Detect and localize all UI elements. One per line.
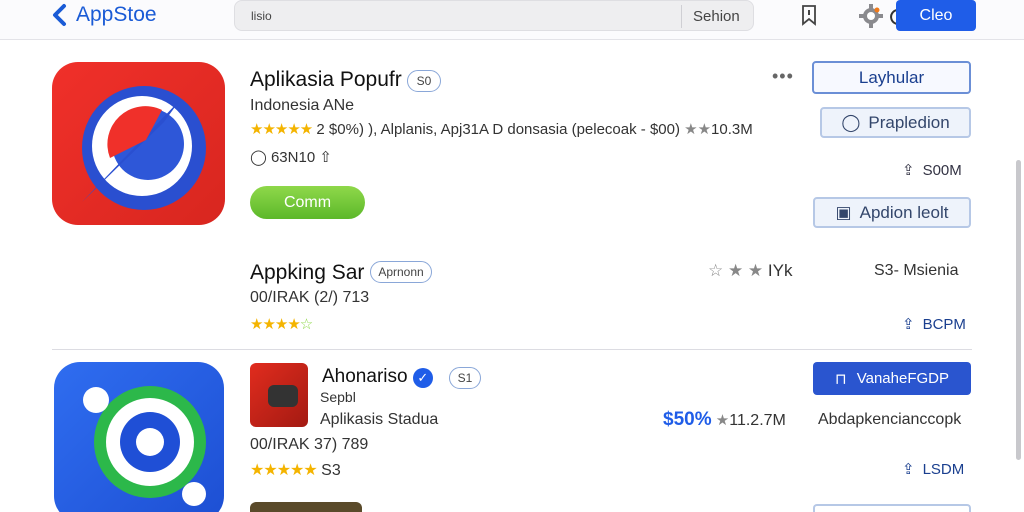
search-label[interactable]: Sehion — [693, 8, 740, 25]
size-text: BCPM — [922, 315, 966, 333]
primary-action-button[interactable]: ⊓ VanaheFGDP — [813, 362, 971, 395]
back-label: AppStoe — [76, 3, 157, 26]
bookmark-icon[interactable] — [800, 4, 818, 26]
secondary-action-label: Prapledion — [868, 112, 950, 132]
shield-icon: ◯ — [841, 112, 861, 132]
rating-count-line: ☆ ★ ★ IYk — [708, 261, 792, 281]
rating-line: ★★★★★ S3 — [250, 460, 341, 480]
app-badge: Aprnonn — [370, 261, 432, 283]
more-options-icon[interactable]: ••• — [772, 66, 794, 87]
rating-text: 2 $0%) ), Alplanis, Apj31A D donsasia (p… — [316, 121, 680, 138]
rating-stars: ★★★★★ — [250, 121, 313, 138]
rating-star-icon: ★ — [715, 412, 730, 429]
search-divider — [681, 5, 682, 28]
verified-icon: ✓ — [412, 368, 433, 388]
share-icon: ⇧ — [319, 149, 332, 166]
divider — [52, 349, 972, 350]
app-badge: S0 — [407, 70, 441, 92]
right-label: S3- Msienia — [874, 262, 959, 279]
rating-stars: ★★★★☆ — [250, 316, 313, 333]
secondary-action-button[interactable]: ◯ Prapledion — [820, 107, 971, 138]
rating-extra: S3 — [321, 462, 341, 479]
rating-count-stars: ★★ — [684, 121, 712, 138]
rating-stars: ★★★★★ — [250, 462, 318, 479]
primary-action-button[interactable]: Layhular — [812, 61, 971, 94]
app-title[interactable]: Ahonariso ✓ — [322, 366, 433, 388]
tertiary-action-label: Apdion leolt — [859, 202, 949, 222]
gear-icon[interactable] — [858, 3, 884, 29]
next-row-button[interactable] — [813, 504, 971, 512]
rating-line: ★★★★☆ — [250, 315, 313, 333]
app-icon-1[interactable] — [52, 62, 225, 225]
cta-button[interactable]: Cleo — [896, 0, 976, 31]
open-button[interactable]: Comm — [250, 186, 365, 219]
rating-star-icons: ☆ ★ ★ — [708, 261, 764, 280]
rating-count: IYk — [767, 261, 793, 280]
app-thumbnail — [250, 363, 308, 427]
rating-count: 11.2.7M — [729, 412, 786, 429]
download-icon: ⇪ — [902, 162, 915, 179]
rating-line: ★★★★★ 2 $0%) ), Alplanis, Apj31A D donsa… — [250, 120, 753, 138]
app-icon-3[interactable] — [54, 362, 224, 512]
search-placeholder: lisio — [251, 9, 272, 23]
app-title-text: Ahonariso — [322, 366, 408, 387]
app-meta: ◯ 63N10 ⇧ — [250, 148, 332, 166]
app-size: ⇪ S00M — [902, 161, 962, 180]
download-icon: ⇪ — [902, 316, 915, 333]
meta-text: 63N10 — [270, 149, 316, 166]
size-text: LSDM — [922, 460, 965, 478]
scrollbar[interactable] — [1016, 160, 1021, 460]
size-text: S00M — [922, 161, 962, 179]
app-title[interactable]: Appking Sar — [250, 261, 364, 285]
app-subtitle: 00/IRAK (2/) 713 — [250, 289, 370, 306]
app-size: ⇪ BCPM — [902, 315, 966, 334]
download-icon: ⇪ — [902, 461, 915, 478]
compass-logo-icon — [82, 86, 206, 210]
calendar-icon: ▣ — [835, 202, 852, 222]
top-bar: AppStoe lisio Sehion Cleo — [0, 0, 1024, 40]
circle-logo-icon — [83, 386, 206, 506]
right-label: Abdapkencianccopk — [818, 411, 962, 428]
app-badge: S1 — [449, 367, 481, 389]
primary-action-label: VanaheFGDP — [856, 370, 949, 387]
price-line: $50% ★11.2.7M — [663, 409, 786, 431]
app-title[interactable]: Aplikasia Popufr — [250, 68, 402, 92]
chevron-left-icon — [53, 4, 66, 26]
clock-icon: ◯ — [250, 149, 267, 166]
app-subtitle: Sepbl — [320, 389, 356, 405]
next-row-thumbnail — [250, 502, 362, 512]
app-size: ⇪ LSDM — [902, 460, 965, 479]
tertiary-action-button[interactable]: ▣ Apdion leolt — [813, 197, 971, 228]
lock-icon: ⊓ — [835, 370, 847, 388]
search-field[interactable]: lisio Sehion — [234, 0, 906, 31]
price: $50% — [663, 409, 712, 430]
app-subtitle: Indonesia ANe — [250, 97, 355, 114]
rating-count: 10.3M — [711, 121, 753, 138]
app-subtitle-2: Aplikasis Stadua — [320, 411, 439, 428]
app-meta: 00/IRAK 37) 789 — [250, 436, 369, 453]
back-button[interactable]: AppStoe — [50, 2, 157, 28]
